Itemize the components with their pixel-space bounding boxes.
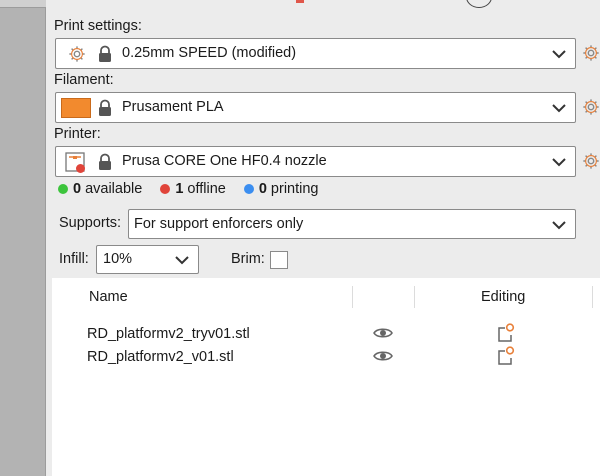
column-separator	[592, 286, 593, 308]
filament-color-swatch	[61, 98, 91, 118]
lock-icon	[99, 45, 111, 62]
printing-dot-icon	[243, 184, 254, 194]
print-settings-value: 0.25mm SPEED (modified)	[122, 45, 297, 61]
column-separator	[352, 286, 353, 308]
printer-icon	[65, 152, 85, 173]
column-header-editing[interactable]: Editing	[481, 289, 525, 305]
chevron-down-icon	[175, 256, 189, 265]
chevron-down-icon	[552, 158, 566, 167]
infill-combo[interactable]: 10%	[96, 245, 199, 274]
available-dot-icon	[58, 184, 68, 194]
print-settings-label: Print settings:	[54, 18, 142, 34]
available-label: available	[85, 181, 143, 197]
eye-icon[interactable]	[373, 349, 393, 363]
printing-count: 0	[258, 181, 267, 197]
status-offline: 1 offline	[160, 181, 226, 197]
table-row[interactable]: RD_platformv2_tryv01.stl	[52, 322, 600, 344]
supports-value: For support enforcers only	[134, 216, 304, 232]
eye-icon[interactable]	[373, 326, 393, 340]
infill-label: Infill:	[59, 251, 89, 267]
supports-combo[interactable]: For support enforcers only	[128, 209, 576, 239]
brim-label: Brim:	[231, 251, 265, 267]
filament-label: Filament:	[54, 72, 114, 88]
lock-icon	[99, 153, 111, 170]
column-header-name[interactable]: Name	[89, 289, 128, 305]
brim-checkbox[interactable]	[270, 251, 288, 269]
offline-label: offline	[187, 181, 226, 197]
filament-gear-icon[interactable]	[582, 98, 600, 116]
top-edge-circle-button[interactable]	[466, 0, 492, 8]
objects-table: Name Editing RD_platformv2_tryv01.stl RD…	[52, 278, 600, 476]
printer-value: Prusa CORE One HF0.4 nozzle	[122, 153, 327, 169]
column-separator	[414, 286, 415, 308]
status-printing: 0 printing	[243, 181, 319, 197]
chevron-down-icon	[552, 221, 566, 230]
lock-icon	[99, 99, 111, 116]
filament-combo[interactable]: Prusament PLA	[55, 92, 576, 123]
print-settings-gear-icon[interactable]	[582, 44, 600, 62]
edit-icon[interactable]	[496, 323, 516, 343]
print-settings-combo[interactable]: 0.25mm SPEED (modified)	[55, 38, 576, 69]
edit-icon[interactable]	[496, 346, 516, 366]
gear-icon	[69, 46, 85, 62]
object-name: RD_platformv2_v01.stl	[87, 349, 234, 365]
chevron-down-icon	[552, 104, 566, 113]
supports-label: Supports:	[59, 215, 122, 231]
printer-combo[interactable]: Prusa CORE One HF0.4 nozzle	[55, 146, 576, 177]
printer-status-row: 0 available 1 offline 0 printing	[58, 181, 336, 197]
printer-gear-icon[interactable]	[582, 152, 600, 170]
infill-value: 10%	[103, 251, 133, 267]
chevron-down-icon	[552, 50, 566, 59]
sidebar-top-control[interactable]	[0, 0, 46, 8]
offline-count: 1	[175, 181, 184, 197]
available-count: 0	[73, 181, 82, 197]
table-row[interactable]: RD_platformv2_v01.stl	[52, 345, 600, 367]
printer-label: Printer:	[54, 126, 101, 142]
printing-label: printing	[270, 181, 319, 197]
offline-dot-icon	[160, 184, 171, 194]
object-name: RD_platformv2_tryv01.stl	[87, 326, 250, 342]
left-sidebar-strip	[0, 0, 46, 476]
filament-value: Prusament PLA	[122, 99, 224, 115]
status-available: 0 available	[58, 181, 142, 197]
top-edge-red-mark	[296, 0, 304, 3]
